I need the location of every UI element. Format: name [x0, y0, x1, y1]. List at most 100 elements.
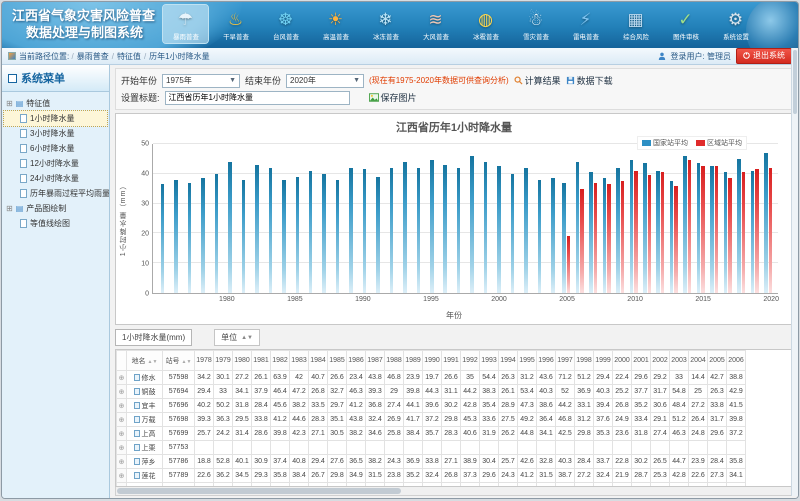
- column-header-year-1987[interactable]: 1987: [366, 351, 385, 371]
- tree-section-0[interactable]: ⊞▤特征值: [4, 96, 107, 111]
- column-header-year-1984[interactable]: 1984: [309, 351, 328, 371]
- row-expander-icon[interactable]: ⊕: [117, 455, 127, 469]
- column-header-year-1989[interactable]: 1989: [404, 351, 423, 371]
- table-row-57598[interactable]: ⊕修水5759834.230.127.226.163.94240.726.623…: [117, 371, 746, 385]
- sidebar-item-等值线绘图[interactable]: 等值线绘图: [4, 216, 107, 231]
- y-tick-label: 40: [141, 171, 149, 178]
- column-header-year-1983[interactable]: 1983: [290, 351, 309, 371]
- row-expander-icon[interactable]: ⊕: [117, 371, 127, 385]
- sidebar-item-12小时降水量[interactable]: 12小时降水量: [4, 156, 107, 171]
- toolbar-item-system-settings[interactable]: ⚙系统设置: [713, 5, 758, 43]
- sidebar-item-1小时降水量[interactable]: 1小时降水量: [4, 111, 107, 126]
- window-vertical-scrollbar[interactable]: [791, 48, 798, 496]
- breadcrumb-item[interactable]: 历年1小时降水量: [149, 51, 209, 62]
- table-row-57789[interactable]: ⊕莲花5778922.636.234.529.335.838.426.729.8…: [117, 469, 746, 483]
- column-header-year-1978[interactable]: 1978: [195, 351, 214, 371]
- app-title: 江西省气象灾害风险普查 数据处理与制图系统: [12, 7, 155, 41]
- column-header-year-1995[interactable]: 1995: [518, 351, 537, 371]
- tree-expander-icon[interactable]: ⊞: [6, 204, 13, 213]
- column-header-year-2001[interactable]: 2001: [632, 351, 651, 371]
- row-expander-icon[interactable]: ⊕: [117, 385, 127, 399]
- column-header-year-1993[interactable]: 1993: [480, 351, 499, 371]
- breadcrumb-item[interactable]: 暴雨普查: [77, 51, 109, 62]
- table-row-57753[interactable]: ⊕上栗57753: [117, 441, 746, 455]
- column-header-year-1998[interactable]: 1998: [575, 351, 594, 371]
- toolbar-item-map-review[interactable]: ✓图件审核: [663, 5, 708, 43]
- column-header-year-1999[interactable]: 1999: [594, 351, 613, 371]
- toolbar-item-composite-risk[interactable]: ▦综合风险: [613, 5, 658, 43]
- tree-section-1[interactable]: ⊞▤产品图绘制: [4, 201, 107, 216]
- column-header-year-1980[interactable]: 1980: [233, 351, 252, 371]
- column-header-station[interactable]: 站号 ▲▼: [163, 351, 195, 371]
- column-header-name[interactable]: 地名 ▲▼: [127, 351, 163, 371]
- row-expander-icon[interactable]: ⊕: [117, 413, 127, 427]
- toolbar-item-rainstorm-survey[interactable]: ☂暴雨普查: [163, 5, 208, 43]
- column-header-year-2004[interactable]: 2004: [689, 351, 708, 371]
- cell-value: 39.8: [727, 413, 746, 427]
- column-header-year-2002[interactable]: 2002: [651, 351, 670, 371]
- column-header-year-1992[interactable]: 1992: [461, 351, 480, 371]
- breadcrumb-separator: /: [144, 52, 146, 61]
- chart-title-input[interactable]: [165, 91, 350, 105]
- column-header-year-1981[interactable]: 1981: [252, 351, 271, 371]
- column-header-year-1994[interactable]: 1994: [499, 351, 518, 371]
- sidebar-item-24小时降水量[interactable]: 24小时降水量: [4, 171, 107, 186]
- toolbar-item-drought-survey[interactable]: ♨干旱普查: [213, 5, 258, 43]
- save-image-button[interactable]: 保存图片: [369, 91, 417, 104]
- exit-system-button[interactable]: 退出系统: [736, 48, 792, 64]
- column-header-year-1990[interactable]: 1990: [423, 351, 442, 371]
- breadcrumb-item[interactable]: 特征值: [117, 51, 141, 62]
- cell-value: 38.2: [366, 455, 385, 469]
- toolbar-item-typhoon-survey[interactable]: ☸台风普查: [263, 5, 308, 43]
- sidebar-item-3小时降水量[interactable]: 3小时降水量: [4, 126, 107, 141]
- table-metric-box[interactable]: 1小时降水量(mm): [115, 329, 192, 346]
- table-row-57698[interactable]: ⊕万载5769839.336.329.533.841.244.628.335.1…: [117, 413, 746, 427]
- toolbar-item-wind-survey[interactable]: ≋大风普查: [413, 5, 458, 43]
- tree-expander-icon[interactable]: ⊞: [6, 99, 13, 108]
- row-expander-icon[interactable]: ⊕: [117, 441, 127, 455]
- chart-title-label: 设置标题:: [121, 91, 160, 104]
- toolbar-item-lightning-survey[interactable]: ⚡雷电普查: [563, 5, 608, 43]
- column-header-year-1982[interactable]: 1982: [271, 351, 290, 371]
- cell-value: 51.2: [575, 371, 594, 385]
- end-year-select[interactable]: 2020年▼: [286, 74, 364, 88]
- table-row-57694[interactable]: ⊕铜鼓5769429.43334.137.946.447.226.832.746…: [117, 385, 746, 399]
- cell-value: 42.3: [290, 427, 309, 441]
- column-header-year-2006[interactable]: 2006: [727, 351, 746, 371]
- column-header-year-1988[interactable]: 1988: [385, 351, 404, 371]
- start-year-select[interactable]: 1975年▼: [162, 74, 240, 88]
- table-row-57786[interactable]: ⊕萍乡5778618.852.840.130.937.440.829.427.6…: [117, 455, 746, 469]
- document-icon: [20, 174, 27, 183]
- toolbar-item-freeze-survey[interactable]: ❄冰冻普查: [363, 5, 408, 43]
- column-header-year-1979[interactable]: 1979: [214, 351, 233, 371]
- cell-value: [632, 441, 651, 455]
- column-header-year-1991[interactable]: 1991: [442, 351, 461, 371]
- sidebar-item-6小时降水量[interactable]: 6小时降水量: [4, 141, 107, 156]
- folder-icon: ▤: [16, 99, 24, 108]
- cell-value: 32.4: [594, 469, 613, 483]
- download-button[interactable]: 数据下载: [566, 74, 613, 87]
- row-expander-icon[interactable]: ⊕: [117, 427, 127, 441]
- calculate-button[interactable]: 计算结果: [514, 74, 561, 87]
- column-header-year-1997[interactable]: 1997: [556, 351, 575, 371]
- row-expander-icon[interactable]: ⊕: [117, 469, 127, 483]
- scrollbar-thumb[interactable]: [117, 488, 401, 494]
- sidebar-item-历年暴雨过程平均雨量[interactable]: 历年暴雨过程平均雨量: [4, 186, 107, 201]
- column-header-year-1996[interactable]: 1996: [537, 351, 556, 371]
- toolbar-item-hail-survey[interactable]: ◍冰雹普查: [463, 5, 508, 43]
- row-expander-icon[interactable]: ⊕: [117, 399, 127, 413]
- table-horizontal-scrollbar[interactable]: [115, 487, 793, 496]
- toolbar-item-snow-survey[interactable]: ☃雪灾普查: [513, 5, 558, 43]
- scrollbar-thumb[interactable]: [793, 50, 797, 114]
- column-header-year-1985[interactable]: 1985: [328, 351, 347, 371]
- column-header-year-2005[interactable]: 2005: [708, 351, 727, 371]
- sidebar-item-label: 历年暴雨过程平均雨量: [30, 188, 109, 199]
- column-header-year-2003[interactable]: 2003: [670, 351, 689, 371]
- unit-dropdown[interactable]: 单位▲▼: [214, 329, 260, 346]
- toolbar-item-hightemp-survey[interactable]: ☀高温普查: [313, 5, 358, 43]
- table-row-57699[interactable]: ⊕上高5769925.724.231.428.639.842.327.130.5…: [117, 427, 746, 441]
- table-row-57696[interactable]: ⊕宜丰5769640.250.231.828.445.638.233.529.7…: [117, 399, 746, 413]
- cell-value: 25.8: [385, 427, 404, 441]
- column-header-year-1986[interactable]: 1986: [347, 351, 366, 371]
- column-header-year-2000[interactable]: 2000: [613, 351, 632, 371]
